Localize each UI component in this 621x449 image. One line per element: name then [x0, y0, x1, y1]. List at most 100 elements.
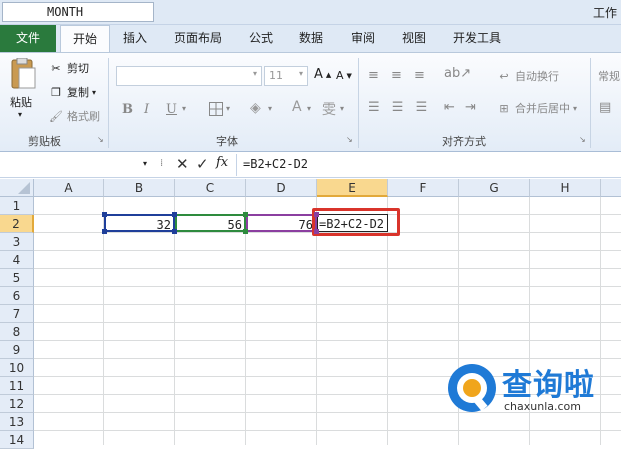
paste-dropdown-icon[interactable]: ▾ [18, 110, 22, 119]
row-header-9[interactable]: 9 [0, 341, 34, 359]
paste-button[interactable]: 粘贴 [10, 94, 32, 110]
ref-handle[interactable] [314, 212, 319, 217]
cancel-icon[interactable]: ✕ [176, 155, 189, 173]
underline-dropdown-icon[interactable]: ▾ [182, 104, 186, 113]
horizontal-align-icons[interactable]: ☰ ☰ ☰ [368, 100, 431, 115]
currency-icon[interactable]: ▤ [599, 100, 611, 115]
row-header-5[interactable]: 5 [0, 269, 34, 287]
paste-icon[interactable] [8, 57, 38, 92]
row-header-8[interactable]: 8 [0, 323, 34, 341]
fill-color-icon[interactable]: ◈ [250, 100, 261, 116]
row-header-7[interactable]: 7 [0, 305, 34, 323]
grow-font-button[interactable]: A ▲ [314, 67, 331, 82]
row-header-3[interactable]: 3 [0, 233, 34, 251]
alignment-group-label: 对齐方式 [442, 135, 486, 148]
font-size-value: 11 [269, 69, 283, 82]
insert-function-icon[interactable]: fx [216, 155, 228, 170]
tab-view[interactable]: 视图 [397, 25, 431, 52]
column-header-d[interactable]: D [246, 179, 317, 197]
tab-developer[interactable]: 开发工具 [448, 25, 506, 52]
font-size-combo[interactable]: 11 ▾ [264, 66, 308, 86]
phonetic-icon[interactable]: 雯 [322, 99, 336, 119]
column-header-h[interactable]: H [530, 179, 601, 197]
underline-button[interactable]: U [166, 102, 177, 117]
bold-button[interactable]: B [122, 102, 133, 117]
cut-button[interactable]: ✂ 剪切 [48, 60, 89, 76]
row-header-1[interactable]: 1 [0, 197, 34, 215]
column-header-a[interactable]: A [34, 179, 104, 197]
alignment-launcher-icon[interactable]: ↘ [579, 135, 586, 144]
row-header-12[interactable]: 12 [0, 395, 34, 413]
gridline [34, 304, 621, 305]
borders-dropdown-icon[interactable]: ▾ [226, 104, 230, 113]
select-all-button[interactable] [0, 179, 34, 197]
gridline [245, 197, 246, 445]
tab-review[interactable]: 审阅 [346, 25, 380, 52]
copy-icon: ❐ [51, 85, 61, 99]
name-box[interactable]: MONTH [2, 2, 154, 22]
cell-b2[interactable]: 32 [104, 214, 175, 232]
gridline [103, 197, 104, 445]
row-header-2[interactable]: 2 [0, 215, 34, 233]
cell-c2[interactable]: 56 [175, 214, 246, 232]
indent-icons[interactable]: ⇤ ⇥ [444, 100, 479, 115]
ref-handle[interactable] [172, 212, 177, 217]
gridline [34, 268, 621, 269]
column-header-e[interactable]: E [317, 179, 388, 197]
column-header-f[interactable]: F [388, 179, 459, 197]
column-header-overflow [601, 179, 621, 197]
orientation-icon[interactable]: ab↗ [444, 66, 471, 81]
row-header-6[interactable]: 6 [0, 287, 34, 305]
number-format-combo[interactable]: 常规 [598, 68, 620, 84]
copy-label: 复制 [67, 86, 89, 99]
row-header-10[interactable]: 10 [0, 359, 34, 377]
ref-handle[interactable] [102, 212, 107, 217]
vertical-align-icons[interactable]: ≡ ≡ ≡ [368, 68, 429, 83]
ref-handle[interactable] [243, 212, 248, 217]
shrink-font-button[interactable]: A ▼ [336, 69, 352, 82]
tab-file[interactable]: 文件 [0, 25, 56, 52]
formula-input[interactable]: =B2+C2-D2 [243, 157, 308, 171]
ref-handle[interactable] [172, 229, 177, 234]
column-header-c[interactable]: C [175, 179, 246, 197]
row-header-13[interactable]: 13 [0, 413, 34, 431]
gridline [34, 430, 621, 431]
wrap-text-button[interactable]: ↩ 自动换行 [496, 68, 559, 84]
tab-formulas[interactable]: 公式 [244, 25, 278, 52]
formula-bar [0, 153, 621, 178]
clipboard-launcher-icon[interactable]: ↘ [97, 135, 104, 144]
merge-center-button[interactable]: ⊞ 合并后居中 ▾ [496, 100, 577, 116]
row-header-4[interactable]: 4 [0, 251, 34, 269]
font-color-dropdown-icon[interactable]: ▾ [307, 104, 311, 113]
row-header-11[interactable]: 11 [0, 377, 34, 395]
tab-insert[interactable]: 插入 [118, 25, 152, 52]
scissors-icon: ✂ [51, 61, 61, 75]
ref-handle[interactable] [243, 229, 248, 234]
tab-home[interactable]: 开始 [60, 25, 110, 52]
font-launcher-icon[interactable]: ↘ [346, 135, 353, 144]
merge-label: 合并后居中 [515, 102, 570, 115]
ribbon-separator [108, 58, 109, 148]
name-box-dropdown-icon[interactable]: ▾ [143, 159, 147, 168]
ref-handle[interactable] [314, 229, 319, 234]
tab-data[interactable]: 数据 [294, 25, 328, 52]
cut-label: 剪切 [67, 62, 89, 75]
italic-button[interactable]: I [144, 102, 149, 117]
format-painter-button[interactable]: 🖌 格式刷 [48, 108, 100, 124]
magnifier-logo-icon [448, 364, 496, 412]
formula-divider [236, 154, 237, 176]
phonetic-dropdown-icon[interactable]: ▾ [340, 104, 344, 113]
tab-page-layout[interactable]: 页面布局 [168, 25, 228, 52]
borders-icon[interactable] [208, 101, 224, 120]
enter-icon[interactable]: ✓ [196, 155, 209, 173]
copy-button[interactable]: ❐ 复制 ▾ [48, 84, 96, 100]
font-name-combo[interactable]: ▾ [116, 66, 262, 86]
gridline [174, 197, 175, 445]
cell-d2[interactable]: 76 [246, 214, 317, 232]
ref-handle[interactable] [102, 229, 107, 234]
column-header-b[interactable]: B [104, 179, 175, 197]
column-header-g[interactable]: G [459, 179, 530, 197]
row-header-14[interactable]: 14 [0, 431, 34, 449]
fill-color-dropdown-icon[interactable]: ▾ [268, 104, 272, 113]
font-color-icon[interactable]: A [292, 99, 302, 115]
